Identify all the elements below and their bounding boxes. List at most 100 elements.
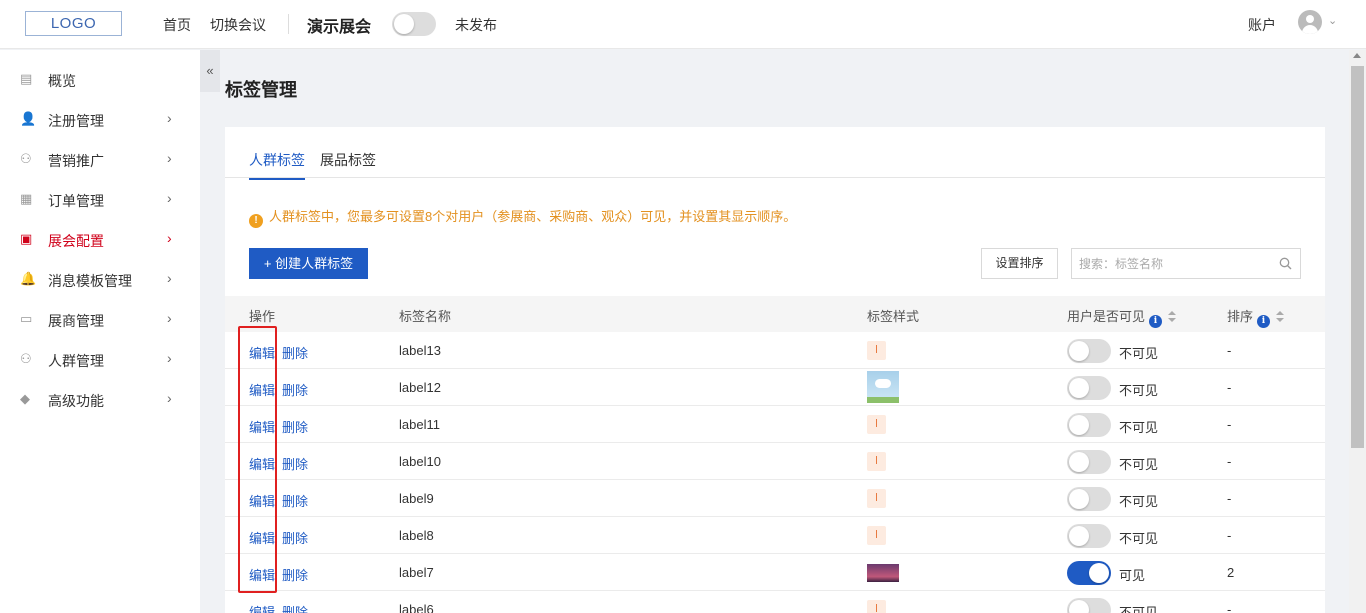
sidebar-collapse-button[interactable]: «: [200, 50, 220, 92]
account-link[interactable]: 账户: [1248, 15, 1276, 35]
visibility-text: 不可见: [1119, 494, 1159, 509]
toggle-knob: [1089, 563, 1109, 583]
sidebar-item[interactable]: ▣ 展会配置 ›: [0, 219, 200, 259]
visibility-text: 不可见: [1119, 531, 1159, 546]
visibility-text: 不可见: [1119, 605, 1159, 613]
order-value: -: [1227, 380, 1232, 395]
table-row: 编辑 删除 label7 可见 2: [225, 554, 1325, 591]
chevron-right-icon: ›: [167, 190, 172, 206]
set-order-button[interactable]: 设置排序: [981, 248, 1058, 279]
page-title: 标签管理: [225, 80, 297, 100]
table-row: 编辑 删除 label10 l 不可见 -: [225, 443, 1325, 480]
visibility-toggle[interactable]: [1067, 376, 1111, 400]
visibility-toggle[interactable]: [1067, 561, 1111, 585]
delete-link[interactable]: 删除: [282, 602, 308, 613]
label-name: label10: [399, 454, 441, 469]
header-visible[interactable]: 用户是否可见 i: [1067, 306, 1177, 328]
header-style: 标签样式: [867, 309, 920, 324]
nav-switch-meeting[interactable]: 切换会议: [210, 15, 266, 35]
label-name: label8: [399, 528, 434, 543]
visibility-toggle[interactable]: [1067, 487, 1111, 511]
header-order-label: 排序: [1227, 309, 1254, 324]
chevron-down-icon[interactable]: ⌄: [1328, 14, 1337, 27]
event-title: 演示展会: [307, 19, 372, 36]
edit-link[interactable]: 编辑: [249, 454, 275, 473]
scrollbar[interactable]: [1349, 50, 1366, 613]
visibility-toggle[interactable]: [1067, 339, 1111, 363]
warning-icon: !: [249, 214, 263, 228]
table-header: 操作 标签名称 标签样式 用户是否可见 i 排序 i: [225, 296, 1325, 332]
toggle-knob: [394, 14, 414, 34]
user-register-icon: 👤: [20, 111, 37, 126]
delete-link[interactable]: 删除: [282, 343, 308, 362]
delete-link[interactable]: 删除: [282, 528, 308, 547]
toggle-knob: [1069, 526, 1089, 546]
scroll-thumb[interactable]: [1351, 66, 1364, 448]
visibility-toggle[interactable]: [1067, 598, 1111, 613]
edit-link[interactable]: 编辑: [249, 528, 275, 547]
label-style-tag: l: [867, 341, 886, 360]
visibility-toggle[interactable]: [1067, 524, 1111, 548]
info-icon[interactable]: i: [1257, 315, 1271, 328]
toggle-knob: [1069, 341, 1089, 361]
chevron-right-icon: ›: [167, 390, 172, 406]
edit-link[interactable]: 编辑: [249, 417, 275, 436]
visibility-toggle[interactable]: [1067, 450, 1111, 474]
sidebar-item[interactable]: ⚇ 营销推广 ›: [0, 139, 200, 179]
delete-link[interactable]: 删除: [282, 565, 308, 584]
label-style-tag: l: [867, 415, 886, 434]
sidebar-item-label: 订单管理: [48, 193, 104, 209]
tab-crowd-labels[interactable]: 人群标签: [249, 150, 305, 180]
label-name: label13: [399, 343, 441, 358]
notice: ! 人群标签中，您最多可设置8个对用户（参展商、采购商、观众）可见，并设置其显示顺…: [249, 206, 796, 228]
sort-icon[interactable]: [1168, 311, 1177, 323]
table-row: 编辑 删除 label6 l 不可见 -: [225, 591, 1325, 613]
sidebar-item[interactable]: ⚇ 人群管理 ›: [0, 339, 200, 379]
sidebar-item[interactable]: 👤 注册管理 ›: [0, 99, 200, 139]
sidebar-item-label: 消息模板管理: [48, 273, 132, 289]
nav-divider: [288, 14, 289, 34]
label-name: label6: [399, 602, 434, 613]
tab-bar: 人群标签 展品标签: [225, 127, 1325, 180]
scroll-up-icon[interactable]: [1353, 53, 1361, 58]
visibility-text: 不可见: [1119, 383, 1159, 398]
search-box: [1071, 248, 1301, 279]
label-style-image: [867, 564, 899, 582]
visibility-toggle[interactable]: [1067, 413, 1111, 437]
order-value: -: [1227, 528, 1232, 543]
table-row: 编辑 删除 label13 l 不可见 -: [225, 332, 1325, 369]
edit-link[interactable]: 编辑: [249, 491, 275, 510]
edit-link[interactable]: 编辑: [249, 565, 275, 584]
sidebar-item[interactable]: 🔔 消息模板管理 ›: [0, 259, 200, 299]
info-icon[interactable]: i: [1149, 315, 1163, 328]
publish-toggle[interactable]: [392, 12, 436, 36]
sidebar-item[interactable]: ▤ 概览: [0, 59, 200, 99]
nav-home[interactable]: 首页: [163, 15, 191, 35]
search-icon[interactable]: [1279, 257, 1292, 270]
chevron-right-icon: ›: [167, 270, 172, 286]
sidebar-item[interactable]: ▭ 展商管理 ›: [0, 299, 200, 339]
create-label-button[interactable]: + 创建人群标签: [249, 248, 368, 279]
sidebar-item[interactable]: ▦ 订单管理 ›: [0, 179, 200, 219]
chevron-right-icon: ›: [167, 310, 172, 326]
content-card: 人群标签 展品标签 ! 人群标签中，您最多可设置8个对用户（参展商、采购商、观众）…: [225, 127, 1325, 613]
search-input[interactable]: [1072, 249, 1272, 278]
delete-link[interactable]: 删除: [282, 491, 308, 510]
logo[interactable]: LOGO: [25, 11, 122, 36]
edit-link[interactable]: 编辑: [249, 343, 275, 362]
sort-icon[interactable]: [1276, 311, 1285, 323]
sidebar-item-label: 展商管理: [48, 313, 104, 329]
edit-link[interactable]: 编辑: [249, 380, 275, 399]
delete-link[interactable]: 删除: [282, 417, 308, 436]
header-order[interactable]: 排序 i: [1227, 306, 1285, 328]
order-value: -: [1227, 602, 1232, 613]
sidebar-item-label: 人群管理: [48, 353, 104, 369]
tab-product-labels[interactable]: 展品标签: [320, 150, 376, 178]
bell-icon: 🔔: [20, 271, 37, 286]
delete-link[interactable]: 删除: [282, 380, 308, 399]
exhibition-config-icon: ▣: [20, 231, 33, 246]
edit-link[interactable]: 编辑: [249, 602, 275, 613]
avatar-icon[interactable]: [1298, 10, 1322, 34]
delete-link[interactable]: 删除: [282, 454, 308, 473]
sidebar-item[interactable]: ◆ 高级功能 ›: [0, 379, 200, 419]
